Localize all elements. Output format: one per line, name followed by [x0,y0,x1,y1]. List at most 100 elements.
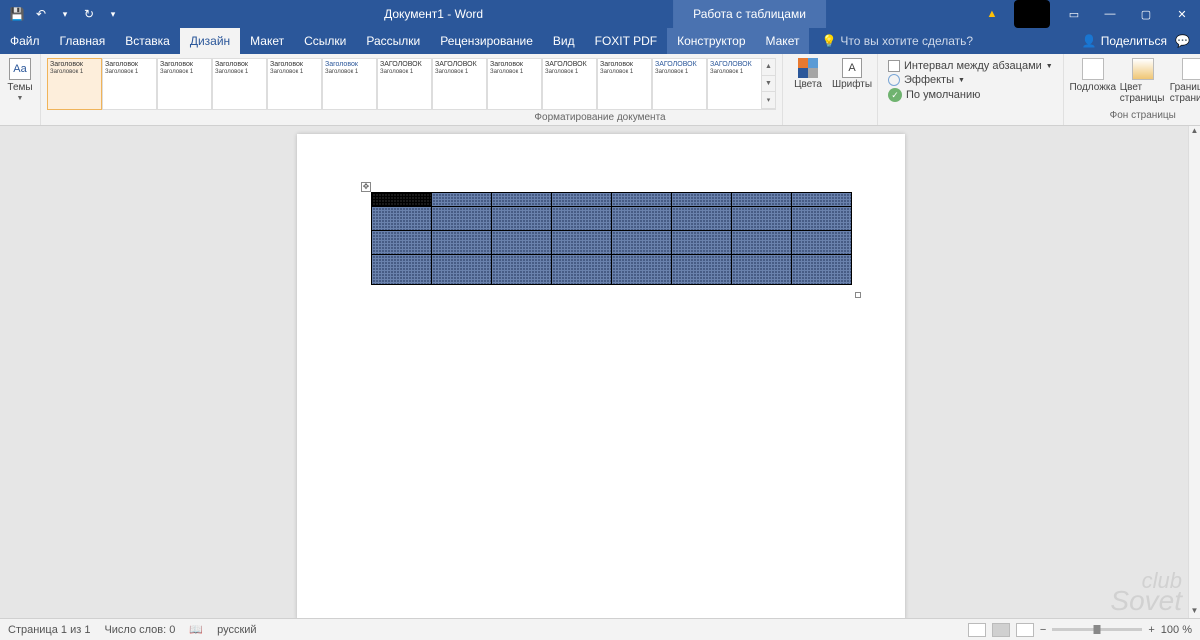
watermark-button[interactable]: Подложка [1070,58,1116,104]
gallery-item[interactable]: ЗаголовокЗаголовок 1 [597,58,652,110]
close-icon[interactable]: ✕ [1164,0,1200,28]
tab-design[interactable]: Дизайн [180,28,240,54]
view-web-layout[interactable] [1016,623,1034,637]
page-color-button[interactable]: Цвет страницы [1120,58,1166,104]
chevron-up-icon[interactable]: ▲ [762,59,775,76]
scroll-down-icon[interactable]: ▼ [1189,606,1200,618]
tab-file[interactable]: Файл [0,28,50,54]
chevron-down-icon: ▼ [1046,63,1053,70]
gallery-item[interactable]: ЗаголовокЗаголовок 1 [267,58,322,110]
tab-table-layout[interactable]: Макет [756,28,810,54]
warning-icon[interactable]: ▲ [974,0,1010,28]
chevron-down-icon: ▼ [958,77,965,84]
fonts-icon: A [842,58,862,78]
window-controls: ▲ ▭ — ▢ ✕ [974,0,1200,28]
tab-review[interactable]: Рецензирование [430,28,543,54]
tab-references[interactable]: Ссылки [294,28,356,54]
maximize-icon[interactable]: ▢ [1128,0,1164,28]
watermark-icon [1082,58,1104,80]
document-area[interactable]: ✥ [0,126,1188,618]
tab-table-constructor[interactable]: Конструктор [667,28,755,54]
gallery-item[interactable]: ЗаголовокЗаголовок 1 [47,58,102,110]
chevron-down-icon: ▼ [17,95,24,102]
undo-more-icon[interactable]: ▾ [58,7,72,21]
colors-button[interactable]: Цвета [789,58,827,90]
page-color-icon [1132,58,1154,80]
table-move-handle[interactable]: ✥ [361,182,371,192]
account-redacted [1014,0,1050,28]
status-word-count[interactable]: Число слов: 0 [104,624,175,636]
document-table[interactable] [371,192,852,285]
save-icon[interactable]: 💾 [10,7,24,21]
share-label: Поделиться [1101,34,1167,48]
paragraph-spacing-button[interactable]: Интервал между абзацами ▼ [888,60,1053,72]
paragraph-spacing-group: Интервал между абзацами ▼ Эффекты ▼ ✓По ум… [878,54,1063,125]
fonts-button[interactable]: A Шрифты [833,58,871,90]
tab-foxit[interactable]: FOXIT PDF [585,28,667,54]
gallery-item[interactable]: ЗаголовокЗаголовок 1 [487,58,542,110]
effects-label: Эффекты [904,74,954,86]
tell-me-placeholder: Что вы хотите сделать? [840,34,973,48]
proofing-icon[interactable]: 📖 [189,623,203,636]
status-bar: Страница 1 из 1 Число слов: 0 📖 русский … [0,618,1200,640]
gallery-item[interactable]: ЗАГОЛОВОКЗаголовок 1 [542,58,597,110]
zoom-level[interactable]: 100 % [1161,624,1192,636]
status-page[interactable]: Страница 1 из 1 [8,624,90,636]
effects-button[interactable]: Эффекты ▼ [888,74,1053,86]
view-read-mode[interactable] [968,623,986,637]
page-bg-group-label: Фон страницы [1110,110,1176,121]
ribbon-display-icon[interactable]: ▭ [1056,0,1092,28]
gallery-item[interactable]: ЗаголовокЗаголовок 1 [322,58,377,110]
page-borders-icon [1182,58,1200,80]
doc-formatting-group-label: Форматирование документа [534,112,665,123]
page[interactable]: ✥ [297,134,905,618]
gallery-item[interactable]: ЗАГОЛОВОКЗаголовок 1 [652,58,707,110]
style-gallery-group: ЗаголовокЗаголовок 1 ЗаголовокЗаголовок … [41,54,783,125]
page-borders-button[interactable]: Границы страниц [1170,58,1200,104]
redo-icon[interactable]: ↻ [82,7,96,21]
share-icon: 👤 [1082,34,1097,48]
title-bar: 💾 ↶ ▾ ↻ ▾ Документ1 - Word Работа с табл… [0,0,1200,28]
tab-insert[interactable]: Вставка [115,28,180,54]
spacing-icon [888,60,900,72]
vertical-scrollbar[interactable]: ▲ ▼ [1188,126,1200,618]
gallery-item[interactable]: ЗаголовокЗаголовок 1 [212,58,267,110]
share-button[interactable]: 👤 Поделиться [1082,34,1167,48]
zoom-out-icon[interactable]: − [1040,624,1046,636]
gallery-more-icon[interactable]: ▾ [762,92,775,109]
view-print-layout[interactable] [992,623,1010,637]
zoom-slider[interactable] [1052,628,1142,631]
gallery-item[interactable]: ЗаголовокЗаголовок 1 [157,58,212,110]
tab-layout[interactable]: Макет [240,28,294,54]
effects-icon [888,74,900,86]
tab-mailings[interactable]: Рассылки [356,28,430,54]
minimize-icon[interactable]: — [1092,0,1128,28]
status-language[interactable]: русский [217,624,256,636]
watermark-label: Подложка [1069,82,1116,93]
comments-icon[interactable]: 💬 [1175,34,1190,48]
tell-me-search[interactable]: 💡 Что вы хотите сделать? [809,28,973,54]
colors-label: Цвета [794,79,822,90]
undo-icon[interactable]: ↶ [34,7,48,21]
zoom-in-icon[interactable]: + [1148,624,1154,636]
page-background-group: Подложка Цвет страницы Границы страниц Ф… [1063,54,1200,125]
qat-customize-icon[interactable]: ▾ [106,7,120,21]
set-default-button[interactable]: ✓По умолчанию [888,88,1053,102]
table-tools-label: Работа с таблицами [673,0,826,28]
spacing-label: Интервал между абзацами [904,60,1042,72]
gallery-item[interactable]: ЗаголовокЗаголовок 1 [102,58,157,110]
gallery-item[interactable]: ЗАГОЛОВОКЗаголовок 1 [432,58,487,110]
table-resize-handle[interactable] [855,292,861,298]
chevron-down-icon[interactable]: ▼ [762,76,775,93]
document-title: Документ1 - Word [374,7,493,21]
gallery-scroll[interactable]: ▲▼▾ [762,58,776,110]
tab-home[interactable]: Главная [50,28,116,54]
scroll-up-icon[interactable]: ▲ [1189,126,1200,138]
gallery-item[interactable]: ЗАГОЛОВОКЗаголовок 1 [707,58,762,110]
gallery-item[interactable]: ЗАГОЛОВОКЗаголовок 1 [377,58,432,110]
colors-icon [798,58,818,78]
tab-view[interactable]: Вид [543,28,585,54]
themes-button[interactable]: Aa Темы ▼ [6,58,34,102]
document-formatting-gallery[interactable]: ЗаголовокЗаголовок 1 ЗаголовокЗаголовок … [47,58,776,110]
default-label: По умолчанию [906,89,980,101]
